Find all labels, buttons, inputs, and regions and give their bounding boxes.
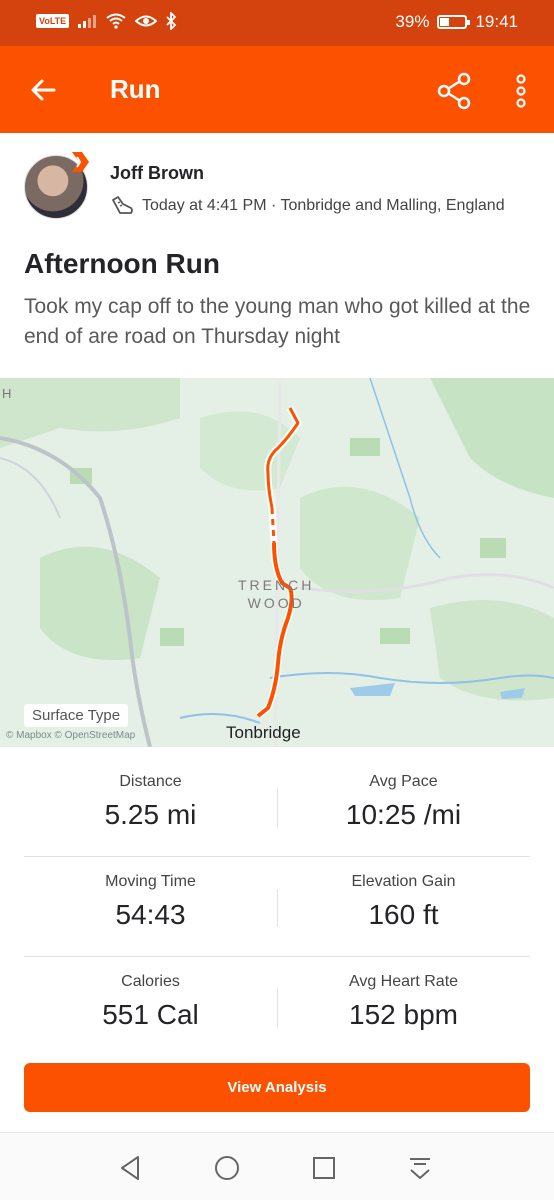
stat-value: 5.25 mi xyxy=(104,799,197,830)
nav-recents-icon[interactable] xyxy=(309,1153,339,1183)
stat-avg-pace: Avg Pace 10:25 /mi xyxy=(277,773,530,831)
wifi-icon xyxy=(106,13,126,29)
share-icon[interactable] xyxy=(434,70,476,112)
surface-type-chip[interactable]: Surface Type xyxy=(24,704,129,727)
stat-label: Distance xyxy=(119,773,182,790)
activity-timestamp: Today at 4:41 PM · Tonbridge and Malling… xyxy=(142,197,505,214)
subscriber-badge-icon xyxy=(72,152,89,172)
volte-badge: VoLTE xyxy=(36,14,70,28)
map-background xyxy=(0,378,554,747)
stat-calories: Calories 551 Cal xyxy=(24,973,277,1031)
signal-icon xyxy=(78,15,97,28)
stat-distance: Distance 5.25 mi xyxy=(24,773,277,831)
app-bar: Run xyxy=(0,46,554,133)
stats-row: Moving Time 54:43 Elevation Gain 160 ft xyxy=(24,857,530,957)
stat-label: Avg Pace xyxy=(369,773,438,790)
stat-label: Avg Heart Rate xyxy=(348,973,459,990)
nav-home-icon[interactable] xyxy=(212,1153,242,1183)
arrow-left-icon[interactable] xyxy=(26,72,62,108)
view-analysis-button[interactable]: View Analysis xyxy=(24,1063,530,1112)
activity-title: Afternoon Run xyxy=(24,248,220,279)
stat-value: 54:43 xyxy=(115,899,186,930)
athlete-name[interactable]: Joff Brown xyxy=(110,163,204,184)
stat-elevation-gain: Elevation Gain 160 ft xyxy=(277,873,530,931)
more-vertical-icon[interactable] xyxy=(506,70,536,112)
status-bar: VoLTE 39% 19:41 xyxy=(0,0,554,46)
stat-moving-time: Moving Time 54:43 xyxy=(24,873,277,931)
stat-value: 152 bpm xyxy=(349,999,458,1030)
map-label-town: Tonbridge xyxy=(226,723,301,742)
stats-row: Calories 551 Cal Avg Heart Rate 152 bpm xyxy=(24,957,530,1057)
clock: 19:41 xyxy=(475,12,518,31)
battery-percent: 39% xyxy=(395,12,430,31)
status-right: 39% 19:41 xyxy=(395,12,518,32)
stat-value: 551 Cal xyxy=(102,999,199,1030)
activity-meta: Today at 4:41 PM · Tonbridge and Malling… xyxy=(110,195,505,217)
battery-fill xyxy=(440,18,450,26)
map-label-wood: TRENCH WOOD xyxy=(238,576,314,612)
status-left: VoLTE xyxy=(36,12,177,30)
map-edge-label: H xyxy=(2,386,12,401)
bluetooth-icon xyxy=(166,12,177,30)
stat-label: Elevation Gain xyxy=(351,873,456,890)
stat-value: 160 ft xyxy=(368,899,439,930)
route-map[interactable]: H TRENCH WOOD Tonbridge Surface Type © M… xyxy=(0,378,554,747)
system-nav-bar xyxy=(0,1132,554,1200)
page-title: Run xyxy=(110,74,161,104)
nav-pull-down-icon[interactable] xyxy=(405,1153,435,1183)
activity-description: Took my cap off to the young man who got… xyxy=(24,295,531,348)
stats-row: Distance 5.25 mi Avg Pace 10:25 /mi xyxy=(24,757,530,857)
running-shoe-icon xyxy=(112,196,133,214)
map-attribution[interactable]: © Mapbox © OpenStreetMap xyxy=(6,730,135,741)
map-label-wood-line1: TRENCH xyxy=(238,577,315,593)
stat-label: Moving Time xyxy=(105,873,196,890)
eye-icon xyxy=(135,15,158,27)
stats-grid: Distance 5.25 mi Avg Pace 10:25 /mi Movi… xyxy=(24,757,530,1057)
map-label-wood-line2: WOOD xyxy=(247,595,305,611)
stat-value: 10:25 /mi xyxy=(345,799,462,830)
nav-back-icon[interactable] xyxy=(116,1153,146,1183)
stat-label: Calories xyxy=(121,973,180,990)
battery-icon xyxy=(437,15,471,29)
stat-avg-heart-rate: Avg Heart Rate 152 bpm xyxy=(277,973,530,1031)
